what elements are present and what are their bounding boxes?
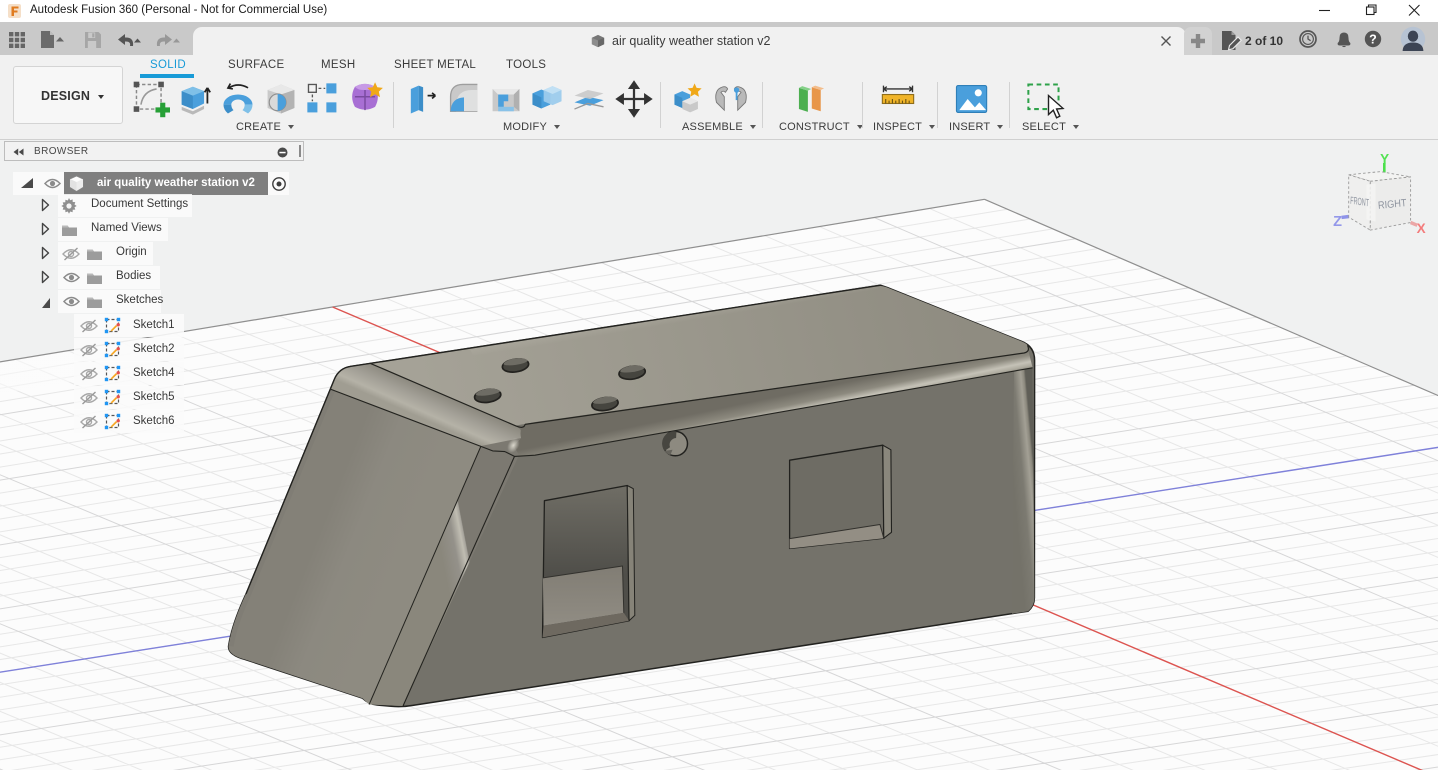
svg-text:?: ? — [1369, 33, 1377, 47]
svg-text:X: X — [1417, 221, 1426, 236]
svg-text:Z: Z — [1333, 214, 1342, 230]
svg-text:FRONT: FRONT — [1350, 194, 1369, 209]
svg-text:Y: Y — [1380, 152, 1389, 167]
